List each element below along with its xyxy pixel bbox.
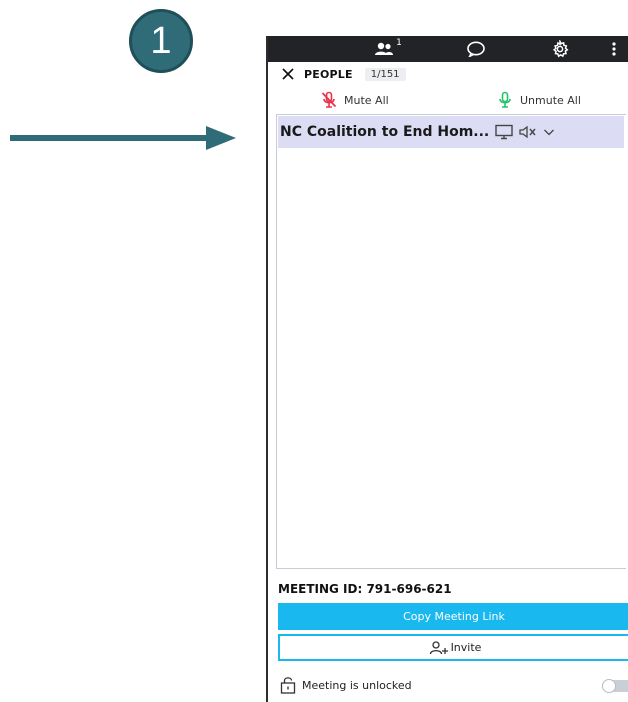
meeting-id: MEETING ID: 791-696-621 (278, 582, 452, 596)
settings-icon (552, 40, 569, 58)
close-people-button[interactable] (282, 68, 294, 80)
chat-tab[interactable] (456, 36, 496, 62)
close-icon (282, 68, 294, 80)
more-vertical-icon (612, 42, 616, 56)
unlock-icon (280, 677, 296, 694)
microphone-icon (499, 91, 511, 108)
lock-status-label: Meeting is unlocked (302, 678, 412, 692)
settings-tab[interactable] (540, 36, 580, 62)
step-number: 1 (150, 20, 172, 62)
panel-toolbar: 1 (268, 36, 628, 62)
invite-button[interactable]: Invite (278, 634, 628, 661)
participant-row[interactable]: NC Coalition to End Hom... (278, 116, 624, 148)
copy-meeting-link-label: Copy Meeting Link (403, 610, 505, 623)
people-title: PEOPLE (304, 67, 353, 81)
unmute-all-button[interactable]: Unmute All (496, 91, 581, 109)
participant-list: NC Coalition to End Hom... (276, 114, 626, 569)
people-header: PEOPLE 1/151 (268, 62, 628, 86)
step-badge: 1 (129, 9, 193, 73)
mute-all-button[interactable]: Mute All (320, 91, 389, 109)
toggle-knob (602, 679, 616, 693)
people-icon (375, 42, 394, 55)
screen-share-icon (495, 124, 513, 140)
invite-label: Invite (450, 641, 482, 654)
meeting-people-panel: 1 PEOPLE 1/151 Mute All Unmute All NC Co… (266, 36, 628, 702)
microphone-muted-icon (321, 91, 337, 108)
chat-icon (467, 41, 485, 57)
participant-name: NC Coalition to End Hom... (280, 124, 490, 140)
participant-status (495, 124, 560, 140)
people-count-badge: 1 (396, 38, 402, 48)
add-person-icon (429, 640, 448, 654)
unmute-all-label: Unmute All (520, 93, 581, 107)
people-count: 1/151 (364, 67, 406, 81)
mute-all-label: Mute All (344, 93, 389, 107)
meeting-lock-row: Meeting is unlocked (280, 674, 628, 696)
people-tab[interactable]: 1 (368, 36, 408, 62)
pointer-arrow-icon (10, 126, 236, 150)
more-options-button[interactable] (604, 36, 624, 62)
copy-meeting-link-button[interactable]: Copy Meeting Link (278, 603, 628, 630)
mute-controls: Mute All Unmute All (268, 86, 628, 114)
chevron-down-icon[interactable] (543, 127, 555, 137)
meeting-lock-toggle[interactable] (602, 679, 628, 693)
speaker-muted-icon (519, 125, 536, 139)
